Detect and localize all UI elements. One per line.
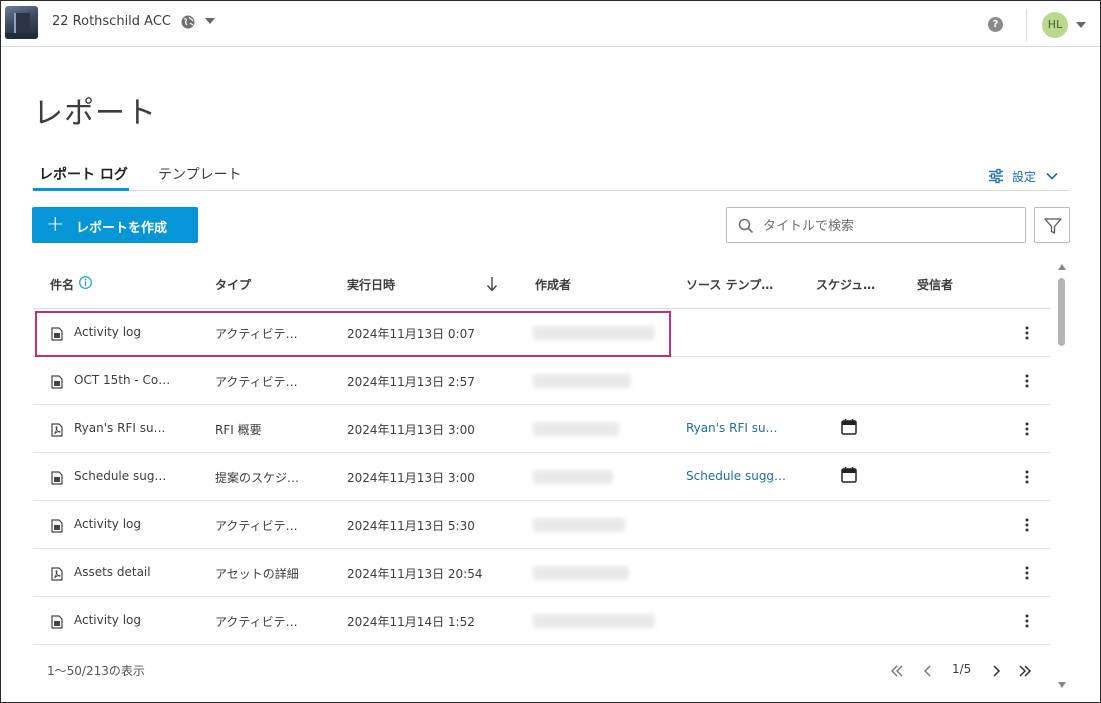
column-header-author[interactable]: 作成者 — [535, 276, 571, 293]
tab-templates[interactable]: テンプレート — [158, 164, 242, 184]
help-icon[interactable]: ? — [988, 17, 1003, 32]
source-template-link[interactable]: Ryan's RFI su… — [686, 421, 796, 435]
result-count: 1〜50/213の表示 — [47, 664, 145, 678]
highlight-box — [35, 311, 671, 357]
run-date: 2024年11月13日 5:30 — [347, 519, 475, 533]
search-input[interactable] — [763, 216, 1013, 236]
filter-button[interactable] — [1034, 207, 1070, 243]
table-row[interactable]: Activity log アクティビテ… 2024年11月14日 1:52 — [33, 597, 1051, 645]
scrollbar[interactable] — [1055, 262, 1069, 692]
run-date: 2024年11月13日 20:54 — [347, 567, 483, 581]
report-name: Activity log — [74, 517, 141, 531]
table-row[interactable]: Schedule sug… 提案のスケジ… 2024年11月13日 3:00 Sche… — [33, 453, 1051, 501]
scroll-up-arrow-icon[interactable] — [1058, 264, 1066, 270]
settings-label: 設定 — [1012, 170, 1037, 184]
info-icon[interactable] — [79, 276, 92, 289]
building-icon[interactable] — [5, 6, 38, 39]
avatar[interactable]: HL — [1042, 12, 1068, 38]
search-icon — [738, 218, 754, 234]
chevron-down-icon — [1046, 172, 1058, 180]
first-page-icon[interactable] — [890, 664, 904, 678]
run-date: 2024年11月13日 3:00 — [347, 423, 475, 437]
table-row[interactable]: Activity log アクティビテ… 2024年11月13日 5:30 — [33, 501, 1051, 549]
report-type: アセットの詳細 — [215, 567, 299, 581]
sort-descending-icon[interactable] — [485, 276, 499, 292]
table-row[interactable]: Assets detail アセットの詳細 2024年11月13日 20:54 — [33, 549, 1051, 597]
column-header-type[interactable]: タイプ — [215, 276, 251, 293]
table-header: 件名 タイプ 実行日時 作成者 ソース テンプ… スケジュ… 受信者 — [33, 262, 1051, 309]
more-options-icon[interactable] — [1022, 517, 1032, 533]
more-options-icon[interactable] — [1022, 565, 1032, 581]
next-page-icon[interactable] — [989, 664, 1003, 678]
filter-icon — [1044, 218, 1062, 234]
active-tab-indicator — [33, 188, 129, 191]
run-date: 2024年11月14日 1:52 — [347, 615, 475, 629]
create-report-label: レポートを作成 — [76, 221, 168, 236]
plus-icon: + — [46, 212, 65, 237]
report-name: Activity log — [74, 613, 141, 627]
document-icon — [51, 518, 63, 533]
page-title: レポート — [33, 96, 157, 131]
sliders-icon — [989, 168, 1003, 184]
source-template-link[interactable]: Schedule sugg… — [686, 469, 796, 483]
author-redacted — [533, 566, 629, 580]
table-row[interactable]: Ryan's RFI su… RFI 概要 2024年11月13日 3:00 Ryan… — [33, 405, 1051, 453]
pdf-icon — [51, 566, 63, 581]
table-row[interactable]: OCT 15th - Co… アクティビテ… 2024年11月13日 2:57 — [33, 357, 1051, 405]
scroll-down-arrow-icon[interactable] — [1058, 682, 1066, 688]
report-type: アクティビテ… — [215, 375, 298, 389]
user-menu-caret-icon[interactable] — [1076, 22, 1086, 28]
column-header-recipients[interactable]: 受信者 — [917, 276, 953, 293]
document-icon — [51, 374, 63, 389]
project-dropdown-caret-icon[interactable] — [205, 18, 215, 24]
author-redacted — [533, 518, 625, 532]
more-options-icon[interactable] — [1022, 469, 1032, 485]
report-type: RFI 概要 — [215, 423, 262, 437]
pdf-icon — [51, 422, 63, 437]
author-redacted — [533, 470, 613, 484]
author-redacted — [533, 422, 619, 436]
calendar-icon — [841, 466, 857, 483]
page-indicator: 1/5 — [952, 662, 972, 676]
top-divider — [1026, 9, 1027, 41]
tab-bar: レポート ログ テンプレート — [33, 164, 1070, 191]
run-date: 2024年11月13日 3:00 — [347, 471, 475, 485]
previous-page-icon[interactable] — [921, 664, 935, 678]
run-date: 2024年11月13日 2:57 — [347, 375, 475, 389]
scrollbar-thumb[interactable] — [1058, 278, 1065, 346]
author-redacted — [533, 614, 655, 628]
calendar-icon — [841, 418, 857, 435]
more-options-icon[interactable] — [1022, 421, 1032, 437]
report-name: Assets detail — [74, 565, 151, 579]
column-header-scheduled[interactable]: スケジュ… — [816, 276, 882, 293]
report-type: アクティビテ… — [215, 519, 298, 533]
more-options-icon[interactable] — [1022, 373, 1032, 389]
author-redacted — [533, 374, 631, 388]
search-box[interactable] — [726, 207, 1026, 243]
last-page-icon[interactable] — [1018, 664, 1032, 678]
project-name[interactable]: 22 Rothschild ACC — [52, 14, 171, 29]
report-name: Ryan's RFI su… — [74, 421, 166, 435]
create-report-button[interactable]: + レポートを作成 — [32, 207, 198, 243]
column-header-name[interactable]: 件名 — [50, 276, 74, 293]
report-type: 提案のスケジ… — [215, 471, 300, 485]
top-bar: 22 Rothschild ACC ? HL — [1, 1, 1100, 47]
column-header-run-date[interactable]: 実行日時 — [347, 276, 395, 293]
report-name: OCT 15th - Co… — [74, 373, 171, 387]
document-icon — [51, 470, 63, 485]
column-header-source-template[interactable]: ソース テンプ… — [686, 276, 782, 293]
more-options-icon[interactable] — [1022, 613, 1032, 629]
more-options-icon[interactable] — [1022, 325, 1032, 341]
document-icon — [51, 614, 63, 629]
report-name: Schedule sug… — [74, 469, 167, 483]
report-type: アクティビテ… — [215, 615, 298, 629]
tab-report-log[interactable]: レポート ログ — [39, 164, 128, 184]
globe-icon — [181, 15, 195, 29]
